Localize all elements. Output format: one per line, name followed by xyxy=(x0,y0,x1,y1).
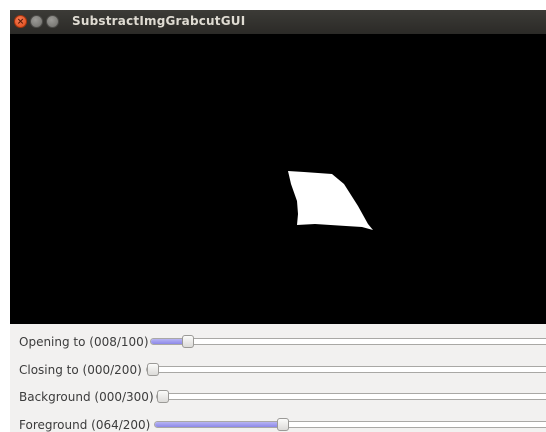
foreground-mask-shape xyxy=(288,171,373,230)
background-slider-thumb[interactable] xyxy=(157,390,169,403)
closing-slider-row: Closing to (000/200) xyxy=(10,360,546,380)
foreground-slider-fill xyxy=(155,422,284,427)
mask-image xyxy=(288,171,373,230)
maximize-window-button[interactable] xyxy=(46,15,59,28)
closing-slider[interactable] xyxy=(146,363,546,376)
foreground-slider-label: Foreground (064/200) xyxy=(19,418,151,432)
opening-slider-row: Opening to (008/100) xyxy=(10,332,546,352)
background-slider-row: Background (000/300) xyxy=(10,387,546,407)
closing-slider-label: Closing to (000/200) xyxy=(19,363,142,377)
window-title: SubstractImgGrabcutGUI xyxy=(72,14,246,28)
app-window: × SubstractImgGrabcutGUI Opening to (008… xyxy=(10,10,546,432)
image-view xyxy=(10,34,546,324)
close-icon: × xyxy=(16,17,25,27)
slider-panel: Opening to (008/100) Closing to (000/200… xyxy=(10,324,546,432)
title-bar[interactable]: × SubstractImgGrabcutGUI xyxy=(10,10,546,34)
opening-slider-label: Opening to (008/100) xyxy=(19,335,149,349)
close-window-button[interactable]: × xyxy=(14,15,27,28)
closing-slider-thumb[interactable] xyxy=(147,363,159,376)
background-slider-label: Background (000/300) xyxy=(19,390,154,404)
opening-slider[interactable] xyxy=(150,335,546,348)
minimize-window-button[interactable] xyxy=(30,15,43,28)
foreground-slider[interactable] xyxy=(154,418,546,431)
foreground-slider-row: Foreground (064/200) xyxy=(10,415,546,432)
foreground-slider-thumb[interactable] xyxy=(277,418,290,431)
background-slider[interactable] xyxy=(156,390,546,403)
opening-slider-thumb[interactable] xyxy=(181,335,194,348)
